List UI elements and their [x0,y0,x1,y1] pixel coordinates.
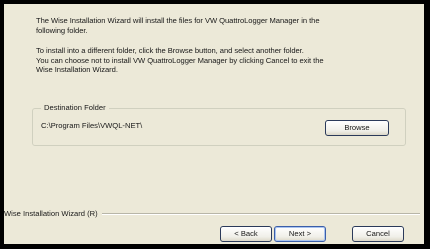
wizard-brand-label: Wise Installation Wizard (R) [4,209,98,218]
installer-dialog: The Wise Installation Wizard will instal… [4,4,424,244]
frame-border-bottom [0,244,430,249]
content-panel: The Wise Installation Wizard will instal… [4,4,424,198]
instructions-text: To install into a different folder, clic… [36,46,324,75]
destination-path: C:\Program Files\VWQL-NET\ [41,121,143,130]
back-button[interactable]: < Back [220,226,272,242]
intro-text: The Wise Installation Wizard will instal… [36,16,320,35]
destination-folder-group: Destination Folder C:\Program Files\VWQL… [32,103,406,146]
screenshot-frame: The Wise Installation Wizard will instal… [0,0,430,249]
next-button[interactable]: Next > [274,226,326,242]
footer-divider [102,213,420,215]
frame-border-right [424,0,430,249]
destination-folder-legend: Destination Folder [41,103,109,113]
browse-button[interactable]: Browse [325,120,389,136]
cancel-button[interactable]: Cancel [352,226,404,242]
